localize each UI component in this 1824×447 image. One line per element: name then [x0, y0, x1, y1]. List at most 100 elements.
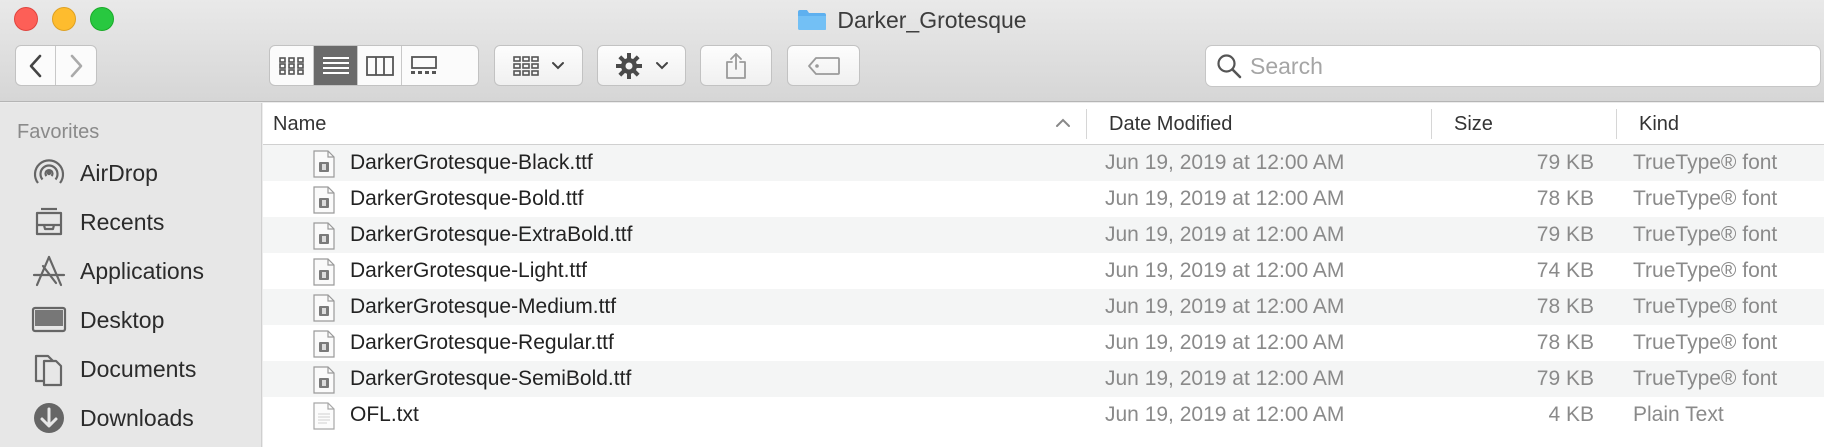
columns-icon — [365, 55, 394, 76]
window-title-text: Darker_Grotesque — [837, 6, 1027, 33]
font-file-icon — [313, 330, 335, 358]
file-kind: TrueType® font — [1633, 367, 1778, 390]
file-name: OFL.txt — [350, 403, 419, 426]
file-list: Name Date Modified Size Kind DarkerGrote… — [263, 103, 1824, 447]
file-date-modified: Jun 19, 2019 at 12:00 AM — [1105, 367, 1345, 390]
documents-icon — [30, 351, 68, 387]
file-kind: Plain Text — [1633, 403, 1724, 426]
sidebar-item-recents[interactable]: Recents — [30, 202, 164, 242]
tag-icon — [807, 56, 840, 75]
sidebar-item-label: Desktop — [80, 306, 165, 333]
file-name: DarkerGrotesque-Black.ttf — [350, 151, 593, 174]
file-name: DarkerGrotesque-Medium.ttf — [350, 295, 617, 318]
file-row[interactable]: DarkerGrotesque-Light.ttf Jun 19, 2019 at… — [263, 253, 1824, 289]
sidebar-item-label: Applications — [80, 257, 205, 284]
sidebar-item-label: Recents — [80, 208, 165, 235]
column-header-kind[interactable]: Kind — [1639, 103, 1679, 145]
file-name: DarkerGrotesque-ExtraBold.ttf — [350, 223, 633, 246]
file-size: 74 KB — [1536, 259, 1594, 282]
column-divider[interactable] — [1616, 109, 1617, 139]
column-header-row: Name Date Modified Size Kind — [263, 103, 1824, 145]
group-grid-icon — [512, 55, 539, 76]
file-name: DarkerGrotesque-Regular.ttf — [350, 331, 614, 354]
file-kind: TrueType® font — [1633, 223, 1778, 246]
file-row[interactable]: DarkerGrotesque-ExtraBold.ttf Jun 19, 201… — [263, 217, 1824, 253]
file-row[interactable]: OFL.txt Jun 19, 2019 at 12:00 AM 4 KB Plain… — [263, 397, 1824, 433]
action-menu-button[interactable] — [597, 45, 686, 86]
file-date-modified: Jun 19, 2019 at 12:00 AM — [1105, 259, 1345, 282]
search-field[interactable] — [1205, 45, 1821, 87]
file-size: 78 KB — [1536, 331, 1594, 354]
text-file-icon — [313, 402, 335, 430]
share-button[interactable] — [700, 45, 772, 86]
list-icon — [322, 56, 349, 74]
file-row[interactable]: DarkerGrotesque-SemiBold.ttf Jun 19, 2019… — [263, 361, 1824, 397]
chevron-right-icon — [70, 54, 83, 77]
sidebar-item-airdrop[interactable]: AirDrop — [30, 153, 158, 193]
search-icon — [1217, 54, 1242, 79]
column-divider[interactable] — [1431, 109, 1432, 139]
airdrop-icon — [30, 155, 68, 191]
sidebar-section-favorites: Favorites — [17, 121, 100, 143]
file-kind: TrueType® font — [1633, 259, 1778, 282]
file-kind: TrueType® font — [1633, 151, 1778, 174]
file-size: 79 KB — [1536, 367, 1594, 390]
file-date-modified: Jun 19, 2019 at 12:00 AM — [1105, 295, 1345, 318]
file-size: 4 KB — [1548, 403, 1594, 426]
forward-button[interactable] — [56, 46, 96, 85]
file-size: 78 KB — [1536, 295, 1594, 318]
chevron-down-icon — [551, 61, 564, 69]
file-date-modified: Jun 19, 2019 at 12:00 AM — [1105, 151, 1345, 174]
back-button[interactable] — [16, 46, 57, 85]
file-kind: TrueType® font — [1633, 295, 1778, 318]
gallery-view-button[interactable] — [402, 46, 446, 85]
recents-icon — [30, 204, 68, 240]
file-size: 79 KB — [1536, 223, 1594, 246]
font-file-icon — [313, 186, 335, 214]
sidebar-item-desktop[interactable]: Desktop — [30, 300, 164, 340]
column-header-size[interactable]: Size — [1454, 103, 1493, 145]
toolbar: Darker_Grotesque — [0, 0, 1824, 102]
grid-icon — [278, 56, 304, 75]
sidebar-item-documents[interactable]: Documents — [30, 349, 196, 389]
chevron-left-icon — [29, 54, 41, 77]
sidebar-item-downloads[interactable]: Downloads — [30, 398, 194, 438]
column-header-date[interactable]: Date Modified — [1109, 103, 1232, 145]
file-row[interactable]: DarkerGrotesque-Black.ttf Jun 19, 2019 at… — [263, 145, 1824, 181]
file-name: DarkerGrotesque-Bold.ttf — [350, 187, 584, 210]
file-date-modified: Jun 19, 2019 at 12:00 AM — [1105, 223, 1345, 246]
file-row[interactable]: DarkerGrotesque-Bold.ttf Jun 19, 2019 at … — [263, 181, 1824, 217]
file-row[interactable]: DarkerGrotesque-Regular.ttf Jun 19, 2019 … — [263, 325, 1824, 361]
gear-icon — [615, 52, 642, 79]
folder-icon — [798, 10, 827, 30]
group-by-button[interactable] — [494, 45, 583, 86]
file-date-modified: Jun 19, 2019 at 12:00 AM — [1105, 331, 1345, 354]
icon-view-button[interactable] — [270, 46, 314, 85]
file-size: 79 KB — [1536, 151, 1594, 174]
file-kind: TrueType® font — [1633, 187, 1778, 210]
sort-ascending-icon[interactable] — [1055, 118, 1071, 128]
file-name: DarkerGrotesque-Light.ttf — [350, 259, 587, 282]
font-file-icon — [313, 258, 335, 286]
font-file-icon — [313, 150, 335, 178]
sidebar-item-label: Documents — [80, 355, 197, 382]
file-row[interactable]: DarkerGrotesque-Medium.ttf Jun 19, 2019 a… — [263, 289, 1824, 325]
list-view-button[interactable] — [314, 46, 358, 85]
sidebar-item-label: AirDrop — [80, 159, 158, 186]
font-file-icon — [313, 366, 335, 394]
column-divider[interactable] — [1086, 109, 1087, 139]
sidebar-item-applications[interactable]: Applications — [30, 251, 204, 291]
share-icon — [726, 52, 746, 79]
font-file-icon — [313, 222, 335, 250]
sidebar: Favorites AirDrop Recents Applications D… — [0, 103, 262, 447]
file-name: DarkerGrotesque-SemiBold.ttf — [350, 367, 632, 390]
view-mode-control — [269, 45, 479, 86]
column-view-button[interactable] — [358, 46, 402, 85]
column-header-name[interactable]: Name — [273, 103, 873, 145]
search-input[interactable] — [1250, 52, 1750, 80]
gallery-icon — [411, 55, 437, 74]
file-date-modified: Jun 19, 2019 at 12:00 AM — [1105, 403, 1345, 426]
sidebar-item-label: Downloads — [80, 404, 194, 431]
tags-button[interactable] — [787, 45, 860, 86]
file-kind: TrueType® font — [1633, 331, 1778, 354]
